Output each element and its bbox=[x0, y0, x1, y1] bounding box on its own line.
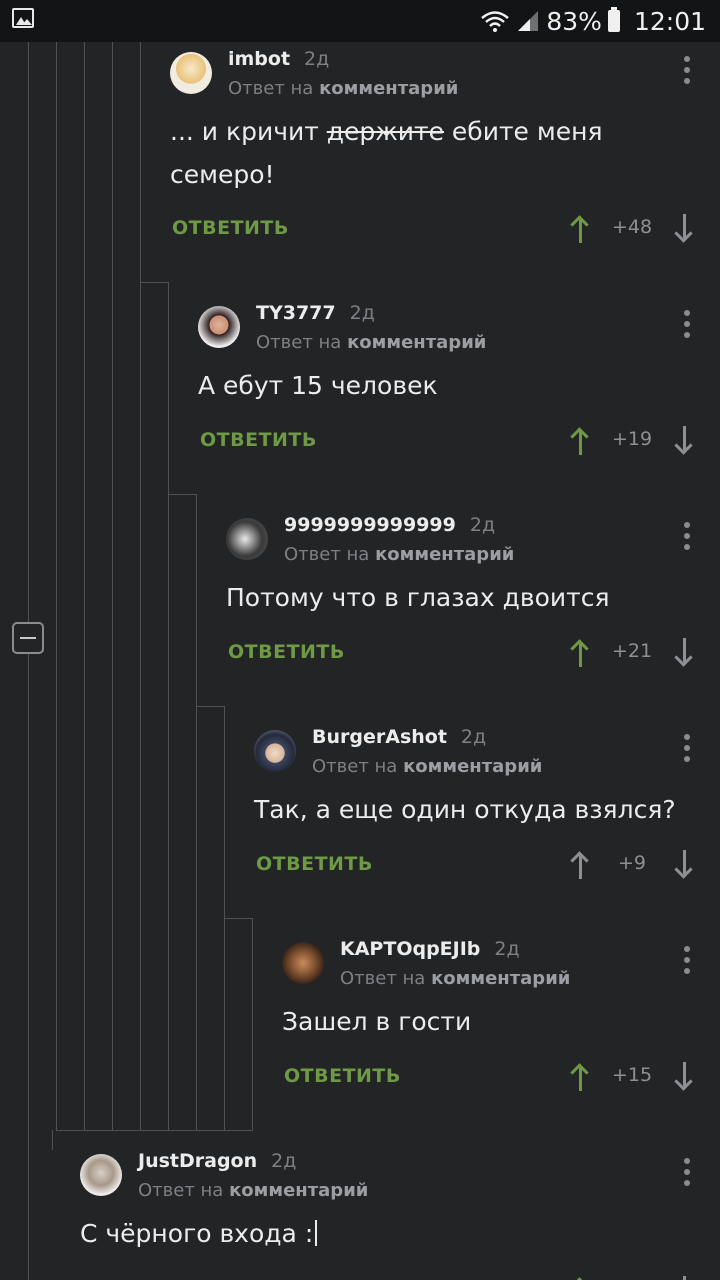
comment: imbot 2д Ответ на комментарий ... и кричи… bbox=[170, 44, 720, 274]
author-name[interactable]: imbot bbox=[228, 48, 290, 70]
vote-controls: +19 bbox=[568, 426, 698, 456]
more-options-icon[interactable] bbox=[684, 522, 690, 555]
author-name[interactable]: 9999999999999 bbox=[284, 514, 456, 536]
upvote-arrow-icon[interactable] bbox=[568, 214, 592, 244]
reply-button[interactable]: ОТВЕТИТЬ bbox=[228, 641, 345, 663]
reply-target-link[interactable]: комментарий bbox=[375, 544, 514, 565]
comment: KAPTOqpEJIb 2д Ответ на комментарий Зашел… bbox=[282, 934, 720, 1124]
reply-to: Ответ на комментарий bbox=[284, 544, 515, 565]
upvote-arrow-icon[interactable] bbox=[568, 638, 592, 668]
comment-text: А ебут 15 человек bbox=[198, 371, 438, 400]
more-options-icon[interactable] bbox=[684, 1158, 690, 1191]
comment-time: 2д bbox=[271, 1150, 297, 1172]
author-name[interactable]: TY3777 bbox=[256, 302, 336, 324]
reply-to: Ответ на комментарий bbox=[138, 1180, 369, 1201]
reply-target-link[interactable]: комментарий bbox=[403, 756, 542, 777]
comment: TY3777 2д Ответ на комментарий А ебут 15 … bbox=[198, 298, 720, 488]
rating: +48 bbox=[611, 216, 653, 238]
avatar[interactable] bbox=[198, 306, 240, 348]
comment-text: Зашел в гости bbox=[282, 1007, 472, 1036]
avatar[interactable] bbox=[226, 518, 268, 560]
author-name[interactable]: BurgerAshot bbox=[312, 726, 447, 748]
downvote-arrow-icon[interactable] bbox=[672, 850, 696, 880]
collapse-thread-button[interactable] bbox=[12, 622, 44, 654]
author-name[interactable]: KAPTOqpEJIb bbox=[340, 938, 480, 960]
wifi-icon bbox=[481, 11, 510, 32]
reply-to: Ответ на комментарий bbox=[256, 332, 487, 353]
reply-button[interactable]: ОТВЕТИТЬ bbox=[200, 429, 317, 451]
comment-time: 2д bbox=[460, 726, 487, 748]
text-cursor bbox=[315, 1220, 318, 1246]
downvote-arrow-icon[interactable] bbox=[672, 638, 696, 668]
comment-text: Потому что в глазах двоится bbox=[226, 583, 610, 612]
reply-to: Ответ на комментарий bbox=[312, 756, 543, 777]
avatar[interactable] bbox=[170, 52, 212, 94]
vote-controls bbox=[568, 1276, 698, 1280]
reply-target-link[interactable]: комментарий bbox=[229, 1180, 368, 1201]
more-options-icon[interactable] bbox=[684, 734, 690, 767]
rating: +21 bbox=[611, 640, 653, 662]
comment: JustDragon 2д Ответ на комментарий С чёрн… bbox=[80, 1146, 720, 1280]
vote-controls: +9 bbox=[568, 850, 698, 880]
vote-controls: +48 bbox=[568, 214, 698, 244]
more-options-icon[interactable] bbox=[684, 310, 690, 343]
rating: +19 bbox=[611, 428, 653, 450]
reply-to: Ответ на комментарий bbox=[228, 78, 459, 99]
reply-button[interactable]: ОТВЕТИТЬ bbox=[256, 853, 373, 875]
rating: +15 bbox=[611, 1064, 653, 1086]
comment-text: ... и кричит держите ебите меня семеро! bbox=[170, 117, 603, 189]
more-options-icon[interactable] bbox=[684, 56, 690, 89]
signal-icon bbox=[518, 11, 539, 31]
strikethrough-text: держите bbox=[326, 117, 444, 146]
comment-time: 2д bbox=[494, 938, 520, 960]
comment-time: 2д bbox=[349, 302, 375, 324]
reply-button[interactable]: ОТВЕТИТЬ bbox=[284, 1065, 401, 1087]
upvote-arrow-icon[interactable] bbox=[568, 426, 592, 456]
vote-controls: +15 bbox=[568, 1062, 698, 1092]
avatar[interactable] bbox=[80, 1154, 122, 1196]
clock: 12:01 bbox=[633, 6, 706, 36]
avatar[interactable] bbox=[282, 942, 324, 984]
downvote-arrow-icon[interactable] bbox=[672, 426, 696, 456]
comment-text: С чёрного входа : bbox=[80, 1212, 520, 1255]
more-options-icon[interactable] bbox=[684, 946, 690, 979]
reply-target-link[interactable]: комментарий bbox=[347, 332, 486, 353]
gallery-notification-icon bbox=[12, 8, 34, 28]
comment: 9999999999999 2д Ответ на комментарий Пот… bbox=[226, 510, 720, 700]
avatar[interactable] bbox=[254, 730, 296, 772]
upvote-arrow-icon[interactable] bbox=[568, 1276, 592, 1280]
comment-text: Так, а еще один откуда взялся? bbox=[254, 795, 676, 824]
author-name[interactable]: JustDragon bbox=[138, 1150, 257, 1172]
battery-percent: 83% bbox=[546, 6, 602, 36]
downvote-arrow-icon[interactable] bbox=[672, 214, 696, 244]
downvote-arrow-icon[interactable] bbox=[672, 1062, 696, 1092]
comment-time: 2д bbox=[304, 48, 330, 70]
upvote-arrow-icon[interactable] bbox=[568, 1062, 592, 1092]
vote-controls: +21 bbox=[568, 638, 698, 668]
upvote-arrow-icon[interactable] bbox=[568, 850, 592, 880]
rating: +9 bbox=[617, 852, 646, 874]
reply-target-link[interactable]: комментарий bbox=[319, 78, 458, 99]
reply-target-link[interactable]: комментарий bbox=[431, 968, 570, 989]
battery-icon bbox=[607, 7, 620, 32]
comment: BurgerAshot 2д Ответ на комментарий Так, … bbox=[254, 722, 720, 912]
reply-to: Ответ на комментарий bbox=[340, 968, 571, 989]
downvote-arrow-icon[interactable] bbox=[672, 1276, 696, 1280]
reply-button[interactable]: ОТВЕТИТЬ bbox=[172, 217, 289, 239]
comment-time: 2д bbox=[469, 514, 496, 536]
status-bar: 83% 12:01 bbox=[0, 0, 720, 42]
